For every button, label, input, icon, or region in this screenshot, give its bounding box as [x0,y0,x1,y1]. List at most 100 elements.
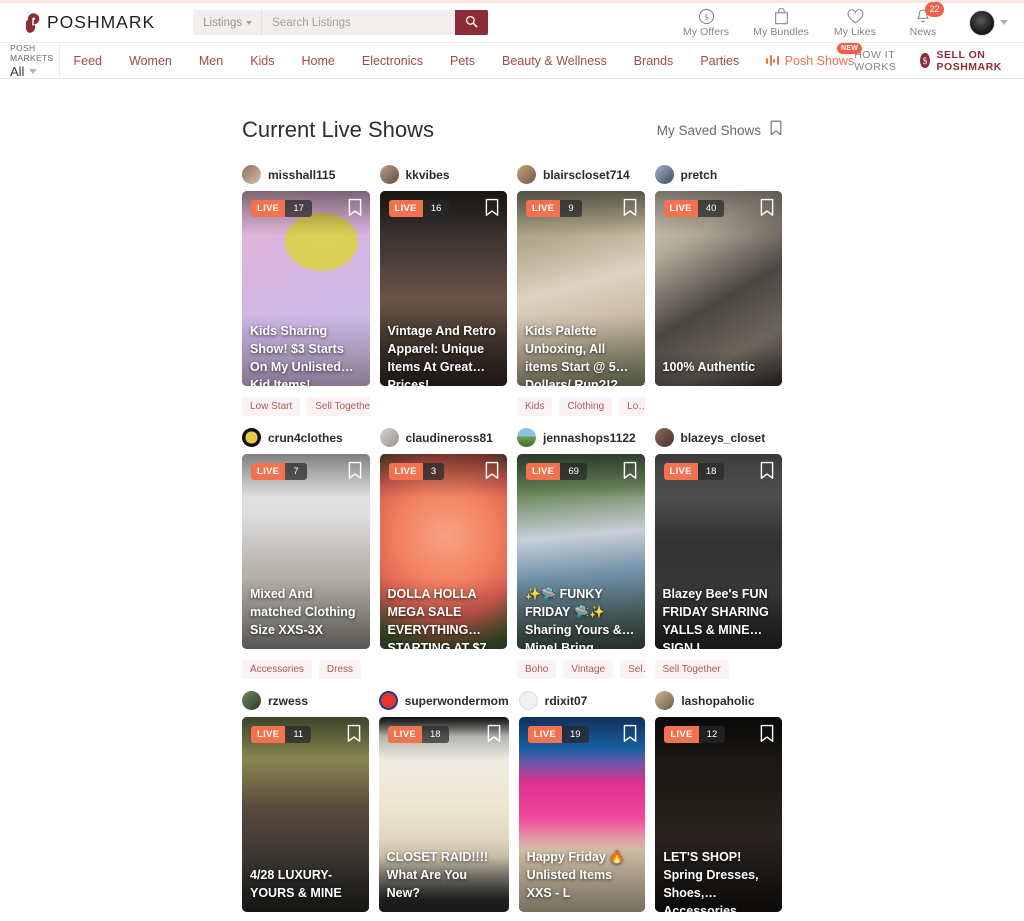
live-badge: LIVE 11 [251,726,312,743]
my-offers-button[interactable]: $ My Offers [683,8,729,38]
show-card[interactable]: rdixit07 LIVE 19 Happy Friday 🔥 Unlisted… [518,691,646,912]
nav-link-pets[interactable]: Pets [450,54,475,68]
poshmark-logo-icon [22,12,41,34]
search-bar[interactable]: Listings [193,10,489,35]
show-card[interactable]: jennashops1122 LIVE 69 ✨🛸 FUNKY FRIDAY 🛸… [517,428,645,649]
nav-link-parties[interactable]: Parties [700,54,739,68]
save-show-button[interactable] [347,724,361,748]
save-show-button[interactable] [760,198,774,222]
tag[interactable]: Vintage [563,660,614,679]
news-button[interactable]: 22 News [901,1,945,38]
show-card[interactable]: crun4clothes LIVE 7 Mixed And matched Cl… [242,428,370,649]
show-host-username: rzwess [268,693,309,708]
save-show-button[interactable] [623,724,637,748]
show-thumbnail[interactable]: LIVE 69 ✨🛸 FUNKY FRIDAY 🛸✨ Sharing Yours… [517,454,645,649]
show-host[interactable]: blazeys_closet [654,428,783,447]
tag[interactable]: Low Start [242,397,301,416]
posh-markets-selector[interactable]: POSH MARKETS All [0,43,60,79]
show-card[interactable]: blazeys_closet LIVE 18 Blazey Bee's FUN … [654,428,783,649]
how-it-works-link[interactable]: HOW IT WORKS [854,49,908,73]
show-thumbnail[interactable]: LIVE 19 Happy Friday 🔥 Unlisted Items XX… [518,717,646,912]
show-thumbnail[interactable]: LIVE 3 DOLLA HOLLA MEGA SALE EVERYTHING … [379,454,507,649]
show-thumbnail[interactable]: LIVE 18 CLOSET RAID!!!! What Are You New… [378,717,509,912]
nav-link-beauty-wellness[interactable]: Beauty & Wellness [502,54,607,68]
save-show-button[interactable] [348,198,362,222]
show-host[interactable]: claudineross81 [379,428,508,447]
show-host[interactable]: blairscloset714 [517,165,645,184]
heart-icon [846,8,865,25]
show-thumbnail[interactable]: LIVE 12 LET'S SHOP! Spring Dresses, Shoe… [655,717,782,912]
show-host[interactable]: pretch [654,165,783,184]
my-saved-shows-link[interactable]: My Saved Shows [657,120,782,141]
show-host-username: kkvibes [405,167,450,182]
save-show-button[interactable] [760,461,774,485]
save-show-button[interactable] [623,461,637,485]
show-card[interactable]: kkvibes LIVE 16 Vintage And Retro Appare… [379,165,508,386]
search-submit-button[interactable] [455,10,489,35]
poshmark-logo[interactable]: POSHMARK [22,12,155,34]
tag[interactable]: Lo… [619,397,645,416]
tag[interactable]: Boho [517,660,557,679]
show-card[interactable]: pretch LIVE 40 100% Authentic [654,165,783,386]
show-card[interactable]: blairscloset714 LIVE 9 Kids Palette Unbo… [517,165,645,386]
tag[interactable]: Accessories [242,660,312,679]
show-thumbnail[interactable]: LIVE 18 Blazey Bee's FUN FRIDAY SHARING … [654,454,782,649]
tags-cell [380,397,508,416]
nav-link-kids[interactable]: Kids [250,54,274,68]
live-label: LIVE [527,726,562,743]
tag[interactable]: Dress [318,660,362,679]
show-host[interactable]: misshall115 [242,165,370,184]
show-host[interactable]: kkvibes [379,165,508,184]
tag[interactable]: Sel… [620,660,645,679]
nav-link-brands[interactable]: Brands [634,54,674,68]
show-host[interactable]: crun4clothes [242,428,370,447]
nav-link-women[interactable]: Women [129,54,172,68]
page-header: Current Live Shows My Saved Shows [242,117,782,143]
save-show-button[interactable] [485,198,499,222]
show-host[interactable]: lashopaholic [655,691,782,710]
show-host[interactable]: jennashops1122 [517,428,645,447]
live-label: LIVE [526,463,561,480]
bag-icon [773,7,790,25]
page-body: Current Live Shows My Saved Shows missha… [0,79,1024,921]
show-host[interactable]: superwondermom [378,691,509,710]
search-input[interactable] [262,10,456,35]
show-card[interactable]: misshall115 LIVE 17 Kids Sharing Show! $… [242,165,370,386]
my-bundles-button[interactable]: My Bundles [753,7,809,38]
show-thumbnail[interactable]: LIVE 9 Kids Palette Unboxing, All items … [517,191,645,386]
show-thumbnail[interactable]: LIVE 7 Mixed And matched Clothing Size X… [242,454,370,649]
nav-link-feed[interactable]: Feed [74,54,103,68]
show-thumbnail[interactable]: LIVE 11 4/28 LUXURY- YOURS & MINE [242,717,369,912]
sell-on-poshmark-button[interactable]: $ SELL ON POSHMARK [920,49,1008,73]
my-likes-button[interactable]: My Likes [833,8,877,38]
show-card[interactable]: claudineross81 LIVE 3 DOLLA HOLLA MEGA S… [379,428,508,649]
nav-link-electronics[interactable]: Electronics [362,54,423,68]
nav-link-home[interactable]: Home [302,54,335,68]
nav-links: Feed Women Men Kids Home Electronics Pet… [60,42,863,78]
tag[interactable]: Sell Together [307,397,370,416]
save-show-button[interactable] [487,724,501,748]
tag[interactable]: Clothing [559,397,613,416]
save-show-button[interactable] [348,461,362,485]
show-host[interactable]: rdixit07 [518,691,646,710]
tag[interactable]: Sell Together [654,660,729,679]
show-thumbnail[interactable]: LIVE 17 Kids Sharing Show! $3 Starts On … [242,191,370,386]
search-category-dropdown[interactable]: Listings [193,10,263,35]
nav-link-men[interactable]: Men [199,54,223,68]
save-show-button[interactable] [623,198,637,222]
show-card[interactable]: superwondermom LIVE 18 CLOSET RAID!!!! W… [378,691,509,912]
save-show-button[interactable] [485,461,499,485]
account-menu[interactable] [969,9,1008,36]
show-card[interactable]: rzwess LIVE 11 4/28 LUXURY- YOURS & MINE [242,691,369,912]
show-thumbnail[interactable]: LIVE 40 100% Authentic [654,191,782,386]
show-thumbnail[interactable]: LIVE 16 Vintage And Retro Apparel: Uniqu… [379,191,507,386]
avatar [654,165,674,184]
nav-link-posh-shows[interactable]: Posh Shows NEW [766,42,863,68]
show-card[interactable]: lashopaholic LIVE 12 LET'S SHOP! Spring … [655,691,782,912]
live-label: LIVE [251,463,286,480]
poshmark-logo-text: POSHMARK [47,12,156,32]
save-show-button[interactable] [760,724,774,748]
tag[interactable]: Kids [517,397,553,416]
show-host[interactable]: rzwess [242,691,369,710]
news-label: News [909,25,937,38]
